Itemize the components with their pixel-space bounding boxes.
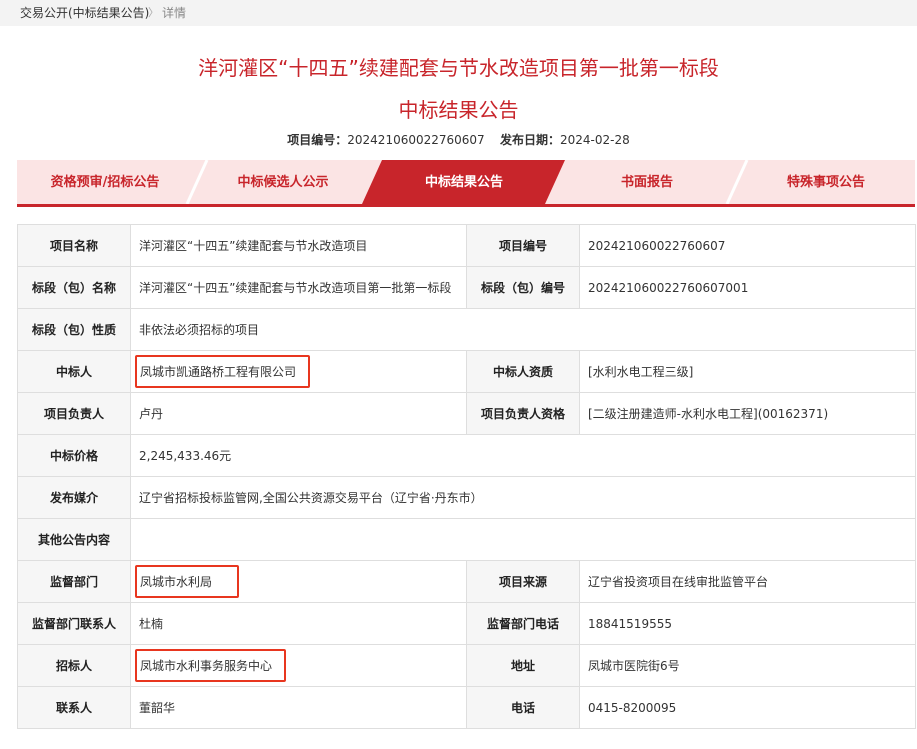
result-info-table: 项目名称 洋河灌区“十四五”续建配套与节水改造项目 项目编号 202421060…: [17, 224, 916, 729]
table-row: 标段（包）名称 洋河灌区“十四五”续建配套与节水改造项目第一批第一标段 标段（包…: [17, 266, 916, 309]
manager-qualification-value: [二级注册建造师-水利水电工程](00162371): [579, 392, 916, 435]
winning-bidder-label: 中标人: [17, 350, 131, 393]
publish-date-label: 发布日期：: [499, 133, 560, 147]
section-nature-value: 非依法必须招标的项目: [130, 308, 916, 351]
tenderer-value: 凤城市水利事务服务中心: [135, 649, 287, 682]
table-row: 项目名称 洋河灌区“十四五”续建配套与节水改造项目 项目编号 202421060…: [17, 224, 916, 267]
publish-date-value: 2024-02-28: [559, 133, 630, 147]
supervisor-dept-label: 监督部门: [17, 560, 131, 603]
breadcrumb-home-link[interactable]: 交易公开(中标结果公告): [20, 0, 149, 26]
tenderer-label: 招标人: [17, 644, 131, 687]
contact-person-value: 董韶华: [130, 686, 467, 729]
bidder-qualification-value: [水利水电工程三级]: [579, 350, 916, 393]
notice-tabs: 资格预审/招标公告 中标候选人公示 中标结果公告 书面报告 特殊事项公告: [17, 160, 915, 207]
phone-label: 电话: [466, 686, 580, 729]
section-nature-label: 标段（包）性质: [17, 308, 131, 351]
winning-bidder-value: 凤城市凯通路桥工程有限公司: [135, 355, 311, 388]
supervisor-phone-value: 18841519555: [579, 602, 916, 645]
section-name-value: 洋河灌区“十四五”续建配套与节水改造项目第一批第一标段: [130, 266, 467, 309]
project-source-label: 项目来源: [466, 560, 580, 603]
publish-media-value: 辽宁省招标投标监管网,全国公共资源交易平台（辽宁省·丹东市）: [130, 476, 916, 519]
winning-price-label: 中标价格: [17, 434, 131, 477]
phone-value: 0415-8200095: [579, 686, 916, 729]
project-manager-label: 项目负责人: [17, 392, 131, 435]
project-source-value: 辽宁省投资项目在线审批监管平台: [579, 560, 916, 603]
table-row: 中标价格 2,245,433.46元: [17, 434, 916, 477]
project-manager-value: 卢丹: [130, 392, 467, 435]
table-row: 中标人 凤城市凯通路桥工程有限公司 中标人资质 [水利水电工程三级]: [17, 350, 916, 393]
other-content-value: [130, 518, 916, 561]
page-subtitle: 中标结果公告: [398, 98, 519, 122]
supervisor-contact-label: 监督部门联系人: [17, 602, 131, 645]
supervisor-dept-cell: 凤城市水利局: [130, 560, 467, 603]
table-row: 招标人 凤城市水利事务服务中心 地址 凤城市医院街6号: [17, 644, 916, 687]
page-title: 洋河灌区“十四五”续建配套与节水改造项目第一批第一标段: [198, 56, 719, 80]
winning-price-value: 2,245,433.46元: [130, 434, 916, 477]
tab-candidate-publicity[interactable]: 中标候选人公示: [197, 160, 369, 204]
breadcrumb: 交易公开(中标结果公告) 〉 详情: [0, 0, 917, 26]
breadcrumb-current: 详情: [162, 6, 187, 20]
table-row: 监督部门联系人 杜楠 监督部门电话 18841519555: [17, 602, 916, 645]
table-row: 监督部门 凤城市水利局 项目来源 辽宁省投资项目在线审批监管平台: [17, 560, 916, 603]
section-no-value: 202421060022760607001: [579, 266, 916, 309]
table-row: 其他公告内容: [17, 518, 916, 561]
table-row: 标段（包）性质 非依法必须招标的项目: [17, 308, 916, 351]
bidder-qualification-label: 中标人资质: [466, 350, 580, 393]
other-content-label: 其他公告内容: [17, 518, 131, 561]
tab-result-notice[interactable]: 中标结果公告: [372, 160, 556, 204]
address-value: 凤城市医院街6号: [579, 644, 916, 687]
tab-special-notice[interactable]: 特殊事项公告: [737, 160, 915, 204]
contact-person-label: 联系人: [17, 686, 131, 729]
tab-written-report[interactable]: 书面报告: [557, 160, 737, 204]
supervisor-dept-value: 凤城市水利局: [135, 565, 240, 598]
winning-bidder-cell: 凤城市凯通路桥工程有限公司: [130, 350, 467, 393]
table-row: 联系人 董韶华 电话 0415-8200095: [17, 686, 916, 729]
section-no-label: 标段（包）编号: [466, 266, 580, 309]
section-name-label: 标段（包）名称: [17, 266, 131, 309]
publish-media-label: 发布媒介: [17, 476, 131, 519]
project-name-label: 项目名称: [17, 224, 131, 267]
breadcrumb-separator: 〉: [148, 6, 159, 19]
manager-qualification-label: 项目负责人资格: [466, 392, 580, 435]
table-row: 项目负责人 卢丹 项目负责人资格 [二级注册建造师-水利水电工程](001623…: [17, 392, 916, 435]
supervisor-phone-label: 监督部门电话: [466, 602, 580, 645]
project-meta: 项目编号：202421060022760607 发布日期：2024-02-28: [0, 131, 917, 148]
project-no-cell-value: 202421060022760607: [579, 224, 916, 267]
project-no-value: 202421060022760607: [347, 133, 485, 147]
project-name-value: 洋河灌区“十四五”续建配套与节水改造项目: [130, 224, 467, 267]
table-row: 发布媒介 辽宁省招标投标监管网,全国公共资源交易平台（辽宁省·丹东市）: [17, 476, 916, 519]
supervisor-contact-value: 杜楠: [130, 602, 467, 645]
tenderer-cell: 凤城市水利事务服务中心: [130, 644, 467, 687]
project-no-cell-label: 项目编号: [466, 224, 580, 267]
project-no-label: 项目编号：: [287, 133, 348, 147]
tab-prequalification-notice[interactable]: 资格预审/招标公告: [17, 160, 193, 204]
address-label: 地址: [466, 644, 580, 687]
